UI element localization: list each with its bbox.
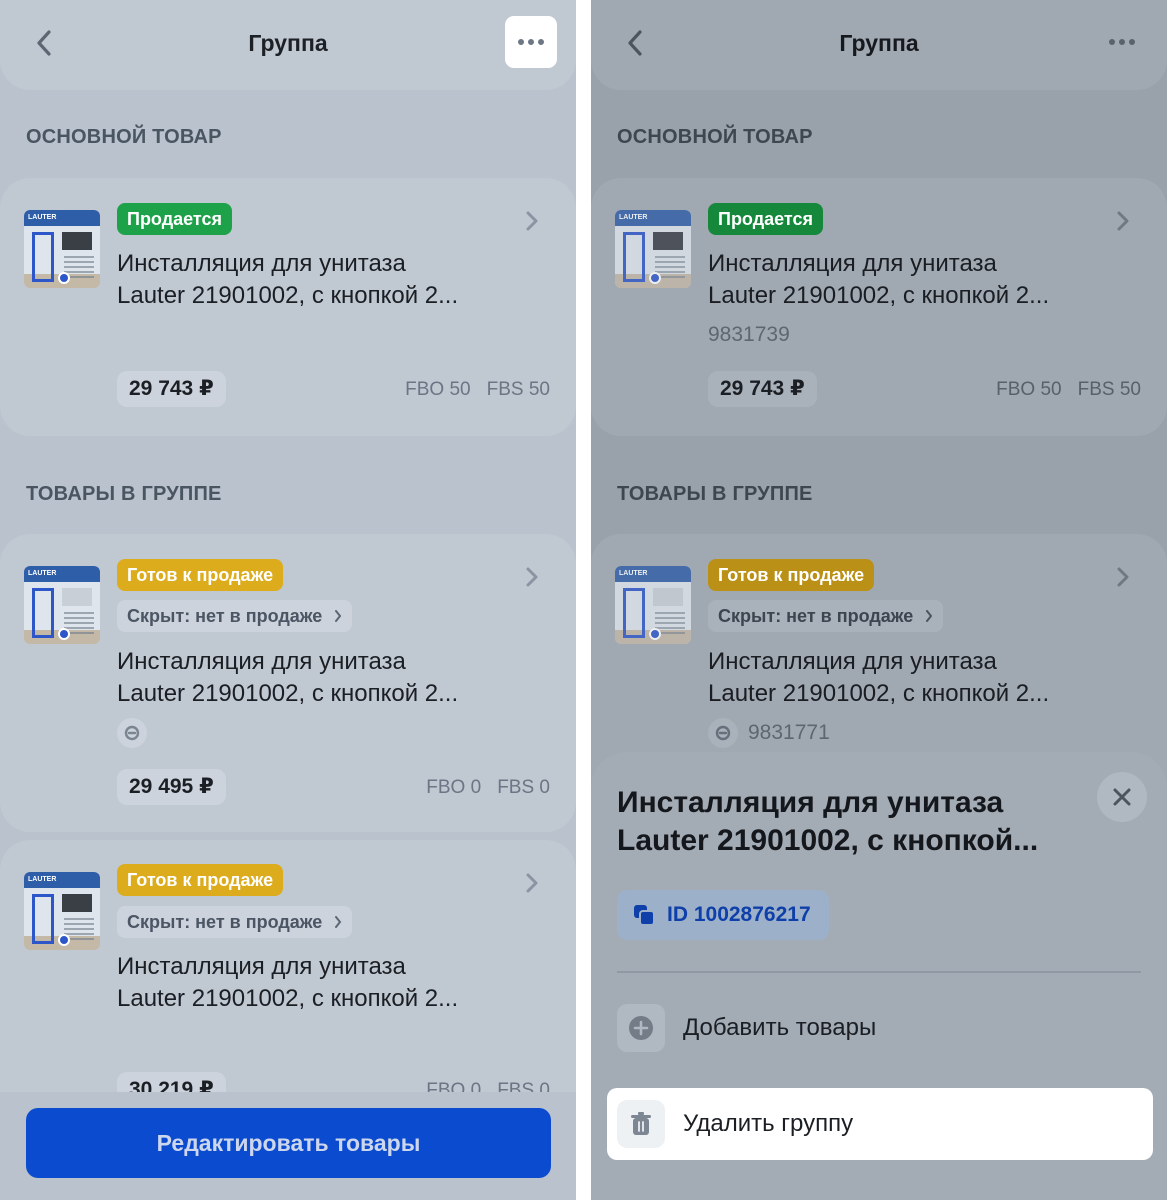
- header: Группа: [591, 0, 1167, 90]
- product-name-line2: Lauter 21901002, с кнопкой 2...: [117, 282, 459, 309]
- stock-fbo: FBO 0: [426, 777, 482, 798]
- chevron-right-icon: [335, 916, 342, 928]
- hidden-status-pill[interactable]: Скрыт: нет в продаже: [117, 600, 353, 632]
- right-screen: Группа ОСНОВНОЙ ТОВАР LAUTER Продается И…: [591, 0, 1167, 1200]
- menu-item-label: Добавить товары: [683, 1014, 877, 1041]
- price: 29 743 ₽: [708, 371, 817, 407]
- product-name-line1: Инсталляция для унитаза: [117, 953, 406, 980]
- product-name-line2: Lauter 21901002, с кнопкой 2...: [708, 282, 1050, 309]
- main-product-card[interactable]: LAUTER Продается Инсталляция для унитаза…: [591, 178, 1167, 436]
- more-icon: [1109, 39, 1115, 45]
- hidden-status-pill[interactable]: Скрыт: нет в продаже: [117, 906, 353, 938]
- link-icon: [117, 718, 147, 748]
- section-title-group: ТОВАРЫ В ГРУППЕ: [617, 483, 813, 505]
- product-thumbnail: LAUTER: [615, 210, 691, 288]
- sheet-title: Инсталляция для унитаза Lauter 21901002,…: [617, 786, 1039, 857]
- chevron-right-icon: [526, 873, 538, 893]
- group-product-card[interactable]: LAUTER Готов к продаже Скрыт: нет в прод…: [0, 534, 576, 832]
- page-title: Группа: [248, 30, 328, 56]
- product-name-line2: Lauter 21901002, с кнопкой 2...: [708, 680, 1050, 707]
- chevron-right-icon: [526, 211, 538, 231]
- copy-id-chip[interactable]: ID 1002876217: [617, 890, 829, 940]
- link-icon: [708, 718, 738, 748]
- more-icon: [518, 39, 524, 45]
- status-badge: Готов к продаже: [708, 559, 875, 591]
- section-title-main: ОСНОВНОЙ ТОВАР: [617, 126, 813, 148]
- edit-products-button[interactable]: Редактировать товары: [26, 1108, 551, 1178]
- left-screen: Группа ОСНОВНОЙ ТОВАР LAUTER Продается И…: [0, 0, 576, 1200]
- close-button[interactable]: [1097, 772, 1147, 822]
- sku: 9831739: [708, 323, 790, 346]
- price: 29 495 ₽: [117, 769, 226, 805]
- product-name-line1: Инсталляция для унитаза: [117, 250, 406, 277]
- chevron-right-icon: [1117, 567, 1129, 587]
- product-name-line1: Инсталляция для унитаза: [117, 648, 406, 675]
- section-title-group: ТОВАРЫ В ГРУППЕ: [26, 483, 222, 505]
- sku-row: 9831771: [708, 718, 830, 748]
- product-name-line1: Инсталляция для унитаза: [708, 648, 997, 675]
- menu-item-delete-group[interactable]: Удалить группу: [607, 1088, 1153, 1160]
- chevron-right-icon: [926, 610, 933, 622]
- divider: [617, 971, 1141, 973]
- stock-info: FBO 0 FBS 0: [426, 777, 550, 799]
- status-badge: Продается: [708, 203, 823, 235]
- more-button[interactable]: [505, 16, 557, 68]
- close-icon: [1113, 788, 1131, 806]
- status-badge: Готов к продаже: [117, 864, 284, 896]
- stock-fbs: FBS 50: [1077, 379, 1141, 400]
- main-product-card[interactable]: LAUTER Продается Инсталляция для унитаза…: [0, 178, 576, 436]
- status-badge: Готов к продаже: [117, 559, 284, 591]
- section-title-main: ОСНОВНОЙ ТОВАР: [26, 126, 222, 148]
- header: Группа: [0, 0, 576, 90]
- stock-fbo: FBO 50: [996, 379, 1062, 400]
- stock-fbs: FBS 0: [497, 777, 550, 798]
- trash-icon: [617, 1100, 665, 1148]
- product-thumbnail: LAUTER: [24, 872, 100, 950]
- product-name-line2: Lauter 21901002, с кнопкой 2...: [117, 680, 459, 707]
- menu-item-add-products[interactable]: Добавить товары: [607, 992, 1153, 1064]
- status-badge: Продается: [117, 203, 232, 235]
- page-title: Группа: [839, 30, 919, 56]
- actions-bottom-sheet: Инсталляция для унитаза Lauter 21901002,…: [591, 752, 1167, 1200]
- stock-fbo: FBO 50: [405, 379, 471, 400]
- product-name-line1: Инсталляция для унитаза: [708, 250, 997, 277]
- chevron-right-icon: [526, 567, 538, 587]
- stock-fbs: FBS 50: [486, 379, 550, 400]
- menu-item-label: Удалить группу: [683, 1110, 854, 1137]
- copy-icon: [634, 905, 655, 926]
- chevron-right-icon: [1117, 211, 1129, 231]
- more-button[interactable]: [1096, 16, 1148, 68]
- stock-info: FBO 50 FBS 50: [996, 379, 1141, 401]
- sku-row: [117, 718, 147, 748]
- product-thumbnail: LAUTER: [615, 566, 691, 644]
- hidden-status-pill[interactable]: Скрыт: нет в продаже: [708, 600, 944, 632]
- product-name-line2: Lauter 21901002, с кнопкой 2...: [117, 985, 459, 1012]
- product-thumbnail: LAUTER: [24, 210, 100, 288]
- price: 29 743 ₽: [117, 371, 226, 407]
- plus-circle-icon: [617, 1004, 665, 1052]
- stock-info: FBO 50 FBS 50: [405, 379, 550, 401]
- product-thumbnail: LAUTER: [24, 566, 100, 644]
- chevron-right-icon: [335, 610, 342, 622]
